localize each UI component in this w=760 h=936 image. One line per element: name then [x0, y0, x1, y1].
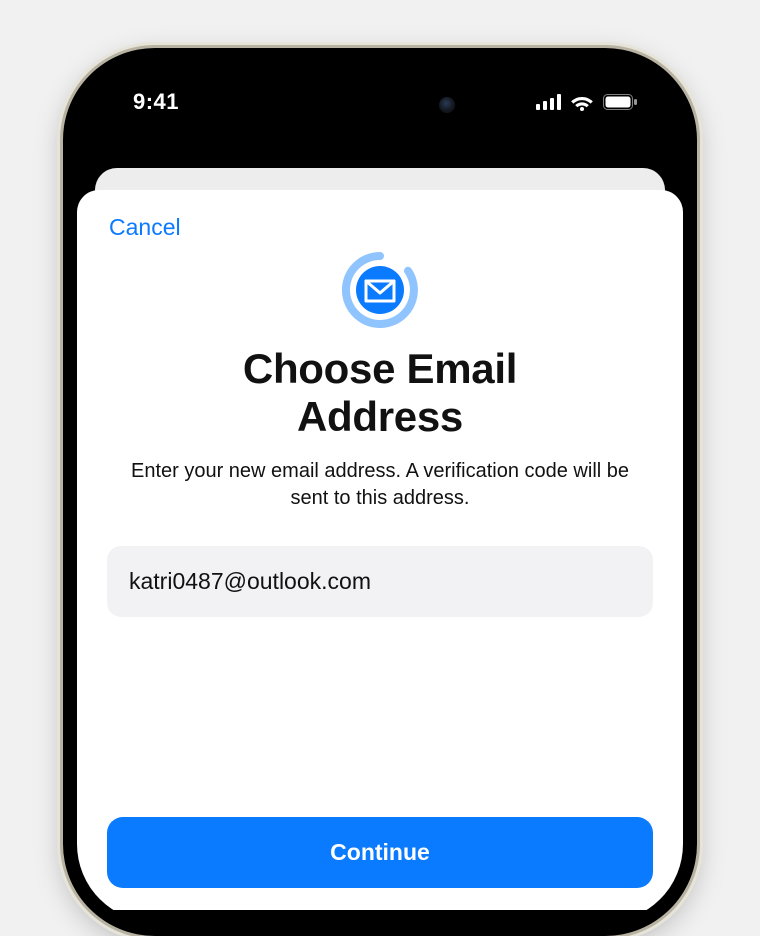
email-field[interactable]: [107, 546, 653, 617]
status-time: 9:41: [133, 89, 179, 115]
cellular-icon: [536, 94, 561, 110]
phone-screen: 9:41: [77, 62, 683, 922]
continue-row: Continue: [107, 817, 653, 888]
dynamic-island: [291, 82, 469, 128]
modal-sheet-stack: Cancel Choose Email Address: [77, 190, 683, 910]
phone-frame: 9:41: [63, 48, 697, 936]
mail-icon: [338, 248, 422, 337]
continue-button[interactable]: Continue: [107, 817, 653, 888]
email-field-wrap: [107, 546, 653, 617]
page-title: Choose Email Address: [243, 345, 517, 442]
sheet-nav: Cancel: [107, 212, 653, 246]
cancel-button[interactable]: Cancel: [107, 212, 183, 243]
wifi-icon: [570, 94, 594, 111]
choose-email-sheet: Cancel Choose Email Address: [77, 190, 683, 910]
status-icons: [536, 94, 637, 111]
page-title-line1: Choose Email: [243, 345, 517, 392]
sheet-hero: Choose Email Address Enter your new emai…: [107, 248, 653, 512]
page-title-line2: Address: [297, 393, 463, 440]
email-input[interactable]: [129, 568, 631, 595]
page-subtitle: Enter your new email address. A verifica…: [130, 458, 630, 512]
battery-icon: [603, 94, 637, 110]
